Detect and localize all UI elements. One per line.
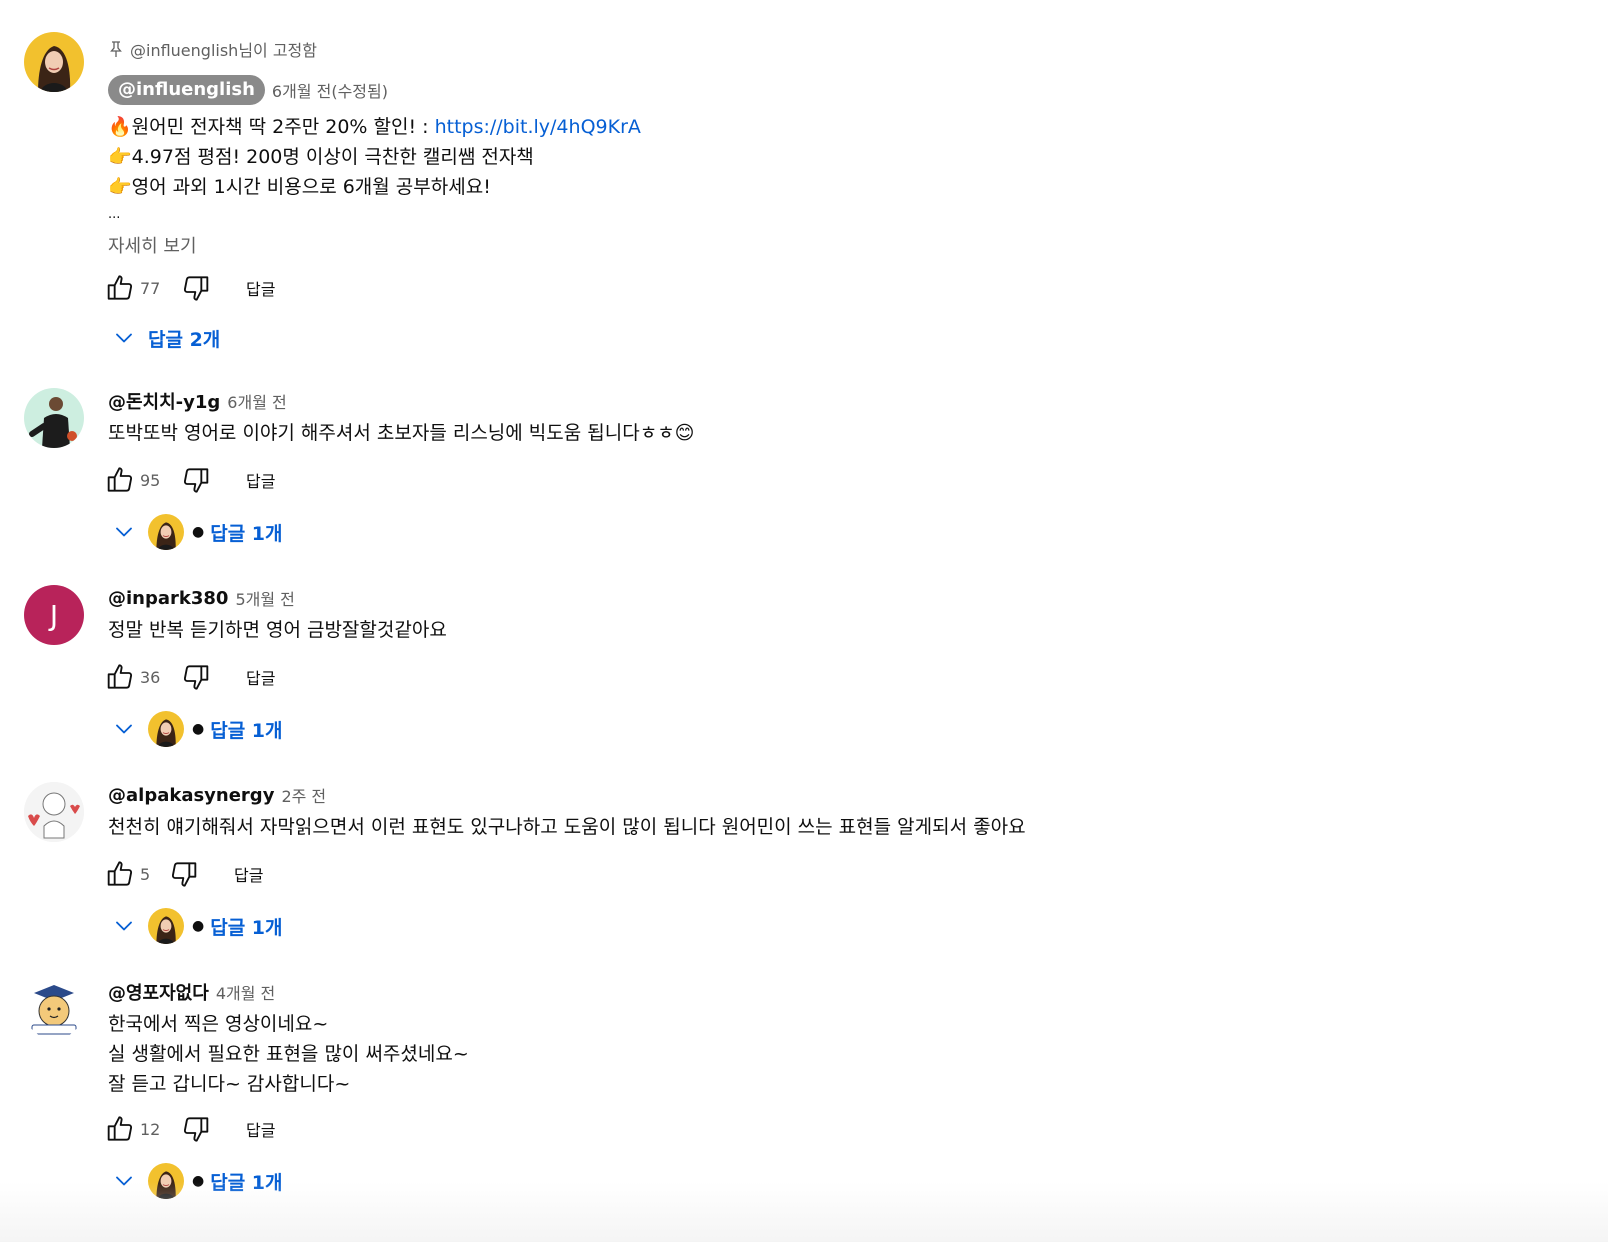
like-count: 95 xyxy=(140,470,161,490)
like-button[interactable] xyxy=(104,1113,136,1145)
comment-actions: 5 답글 xyxy=(104,856,263,892)
like-count: 36 xyxy=(140,667,161,687)
like-button[interactable] xyxy=(104,858,136,890)
chevron-down-icon xyxy=(112,326,136,350)
dislike-button[interactable] xyxy=(180,1113,212,1145)
reply-button[interactable]: 답글 xyxy=(234,862,263,886)
comment-time[interactable]: 4개월 전 xyxy=(216,980,275,1004)
like-count: 12 xyxy=(140,1119,161,1139)
avatar[interactable] xyxy=(24,782,84,842)
avatar[interactable] xyxy=(24,32,84,92)
separator-dot: ● xyxy=(192,1173,205,1189)
like-button[interactable] xyxy=(104,464,136,496)
comment-line: 🔥원어민 전자책 딱 2주만 20% 할인! : https://bit.ly/… xyxy=(108,116,641,138)
avatar[interactable] xyxy=(24,388,84,448)
woman-avatar-icon xyxy=(148,711,184,747)
comment-text: 실 생활에서 필요한 표현을 많이 써주셨네요~ xyxy=(108,1043,469,1065)
avatar[interactable]: J xyxy=(24,585,84,645)
chevron-down-icon xyxy=(112,1169,136,1193)
comment-line: 👉영어 과외 1시간 비용으로 6개월 공부하세요! xyxy=(108,176,491,198)
comment-time[interactable]: 5개월 전 xyxy=(235,586,294,610)
read-more-button[interactable]: 자세히 보기 xyxy=(108,232,1588,258)
view-replies-button[interactable]: 답글 2개 xyxy=(112,318,220,358)
cartoon-face-avatar-icon xyxy=(24,782,84,842)
comment-text: 잘 듣고 갑니다~ 감사합니다~ xyxy=(108,1073,351,1095)
view-replies-button[interactable]: ● 답글 1개 xyxy=(112,1161,283,1201)
avatar[interactable] xyxy=(24,979,84,1039)
reply-button[interactable]: 답글 xyxy=(246,468,275,492)
creator-reply-avatar xyxy=(148,908,184,944)
chevron-down-icon xyxy=(112,717,136,741)
reply-button[interactable]: 답글 xyxy=(246,1117,275,1141)
woman-avatar-icon xyxy=(148,514,184,550)
comment-author[interactable]: @영포자없다 xyxy=(108,979,209,1005)
comment-text: 천천히 얘기해줘서 자막읽으면서 이런 표현도 있구나하고 도움이 많이 됩니다… xyxy=(108,816,1026,838)
reply-button[interactable]: 답글 xyxy=(246,276,275,300)
pointing-hand-icon: 👉 xyxy=(108,146,132,168)
comment-line: 👉4.97점 평점! 200명 이상이 극찬한 캘리쌤 전자책 xyxy=(108,146,534,168)
separator-dot: ● xyxy=(192,918,205,934)
comment-time[interactable]: 6개월 전(수정됨) xyxy=(272,78,388,102)
comment-actions: 95 답글 xyxy=(104,462,275,498)
view-replies-button[interactable]: ● 답글 1개 xyxy=(112,512,283,552)
author-badge[interactable]: @influenglish xyxy=(108,75,265,105)
comment-text: 또박또박 영어로 이야기 해주셔서 초보자들 리스닝에 빅도움 됩니다ㅎㅎ😊 xyxy=(108,422,695,444)
fire-icon: 🔥 xyxy=(108,116,132,138)
pinned-text: @influenglish님이 고정함 xyxy=(130,41,317,60)
like-button[interactable] xyxy=(104,272,136,304)
comment-actions: 36 답글 xyxy=(104,659,275,695)
chevron-down-icon xyxy=(112,914,136,938)
reply-button[interactable]: 답글 xyxy=(246,665,275,689)
like-button[interactable] xyxy=(104,661,136,693)
pinned-label: @influenglish님이 고정함 xyxy=(108,36,1588,62)
dislike-button[interactable] xyxy=(180,464,212,496)
comment-text: 한국에서 찍은 영상이네요~ xyxy=(108,1013,329,1035)
dislike-button[interactable] xyxy=(180,272,212,304)
comment-time[interactable]: 6개월 전 xyxy=(227,389,286,413)
avatar-letter: J xyxy=(49,598,59,632)
dislike-button[interactable] xyxy=(168,858,200,890)
comment-author[interactable]: @inpark380 xyxy=(108,588,228,609)
creator-reply-avatar xyxy=(148,711,184,747)
promo-link[interactable]: https://bit.ly/4hQ9KrA xyxy=(435,116,641,138)
separator-dot: ● xyxy=(192,524,205,540)
creator-reply-avatar xyxy=(148,514,184,550)
separator-dot: ● xyxy=(192,721,205,737)
like-count: 77 xyxy=(140,278,161,298)
pin-icon xyxy=(110,41,122,57)
view-replies-button[interactable]: ● 답글 1개 xyxy=(112,906,283,946)
like-count: 5 xyxy=(140,864,151,884)
woman-avatar-icon xyxy=(24,32,84,92)
dislike-button[interactable] xyxy=(180,661,212,693)
ellipsis: ... xyxy=(108,207,121,222)
comment-time[interactable]: 2주 전 xyxy=(281,783,326,807)
man-tennis-avatar-icon xyxy=(24,388,84,448)
comment-author[interactable]: @alpakasynergy xyxy=(108,785,274,806)
woman-avatar-icon xyxy=(148,1163,184,1199)
pointing-hand-icon: 👉 xyxy=(108,176,132,198)
comment-actions: 12 답글 xyxy=(104,1111,275,1147)
comment-text: 정말 반복 듣기하면 영어 금방잘할것같아요 xyxy=(108,619,447,641)
comment-actions: 77 답글 xyxy=(104,270,275,306)
chevron-down-icon xyxy=(112,520,136,544)
woman-avatar-icon xyxy=(148,908,184,944)
comment-author[interactable]: @돈치치-y1g xyxy=(108,388,220,414)
view-replies-button[interactable]: ● 답글 1개 xyxy=(112,709,283,749)
creator-reply-avatar xyxy=(148,1163,184,1199)
graduate-mascot-avatar-icon xyxy=(24,979,84,1039)
